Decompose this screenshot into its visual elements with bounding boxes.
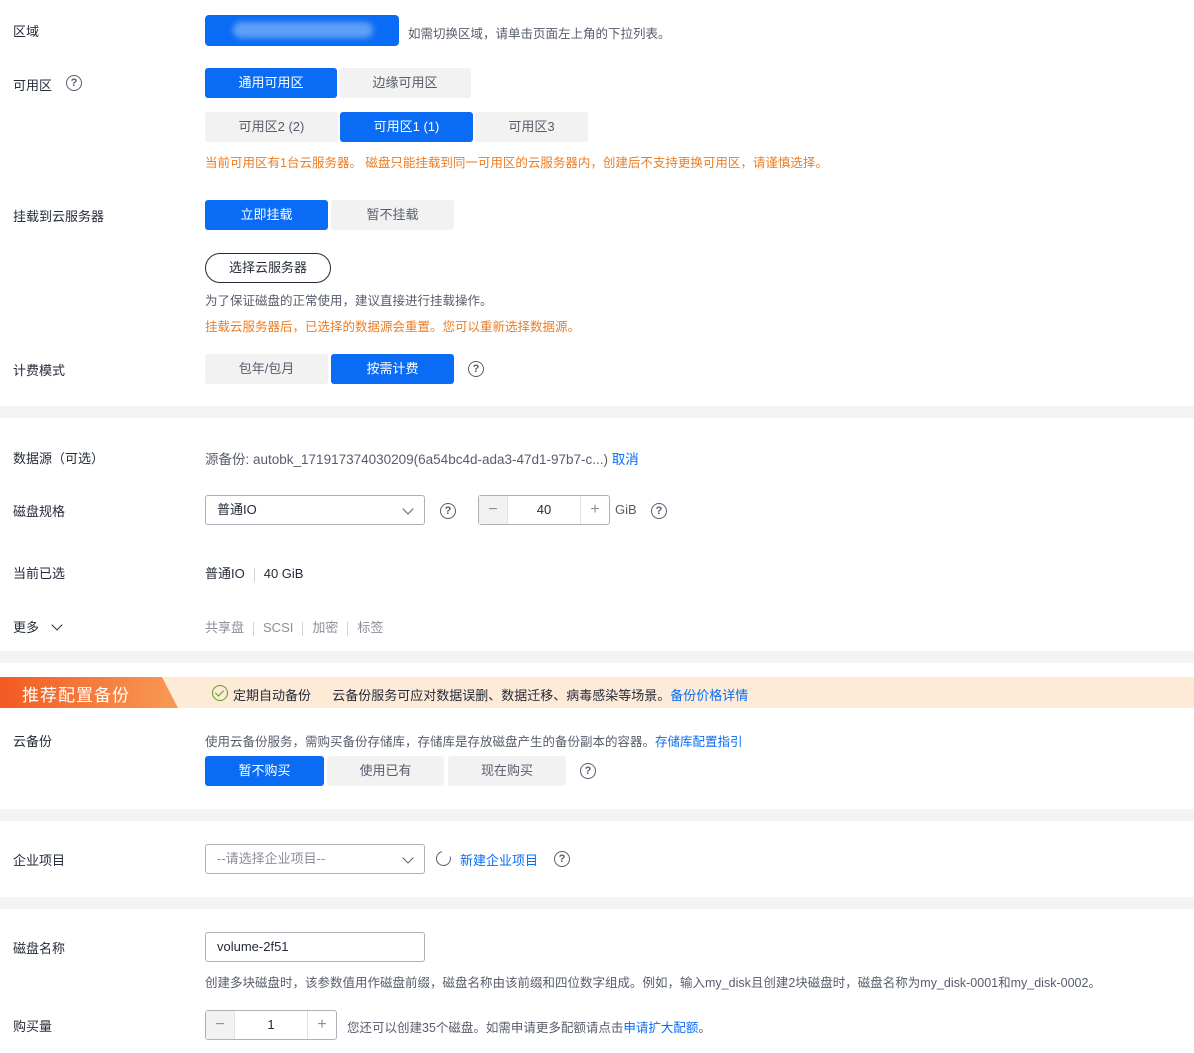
more-toggle[interactable]: 更多 — [13, 617, 63, 636]
az-zone3-button[interactable]: 可用区3 — [475, 112, 588, 142]
disk-name-input[interactable]: volume-2f51 — [205, 932, 425, 962]
enterprise-help-icon[interactable]: ? — [554, 851, 570, 867]
quantity-hint-row: 您还可以创建35个磁盘。如需申请更多配额请点击申请扩大配额。 — [347, 1017, 711, 1036]
attach-label: 挂载到云服务器 — [13, 209, 105, 224]
tag-encryption[interactable]: 加密 — [312, 620, 338, 635]
section-divider — [0, 406, 1194, 418]
backup-no-buy-button[interactable]: 暂不购买 — [205, 756, 324, 786]
more-label: 更多 — [13, 620, 40, 635]
region-hint: 如需切换区域，请单击页面左上角的下拉列表。 — [408, 27, 671, 41]
az-zone2-button[interactable]: 可用区2 (2) — [205, 112, 338, 142]
refresh-icon[interactable] — [433, 848, 454, 869]
az-zone1-button[interactable]: 可用区1 (1) — [340, 112, 473, 142]
region-selector[interactable] — [205, 15, 399, 46]
backup-desc: 使用云备份服务，需购买备份存储库，存储库是存放磁盘产生的备份副本的容器。 — [205, 735, 656, 749]
disk-size-plus-button[interactable]: + — [580, 496, 609, 524]
chevron-down-icon — [402, 852, 414, 864]
disk-size-input[interactable]: 40 — [509, 496, 579, 524]
tag-shared-disk[interactable]: 共享盘 — [205, 620, 244, 635]
az-help-icon[interactable]: ? — [66, 75, 82, 91]
enterprise-placeholder: --请选择企业项目-- — [217, 851, 326, 866]
billing-ondemand-button[interactable]: 按需计费 — [331, 354, 454, 384]
banner-text: 云备份服务可应对数据误删、数据迁移、病毒感染等场景。 — [332, 688, 671, 703]
quantity-hint-end: 。 — [698, 1021, 711, 1035]
datasource-cancel-link[interactable]: 取消 — [612, 452, 639, 467]
attach-now-button[interactable]: 立即挂载 — [205, 200, 328, 230]
disk-name-value: volume-2f51 — [217, 939, 289, 954]
billing-label: 计费模式 — [13, 363, 66, 378]
disk-name-hint: 创建多块磁盘时，该参数值用作磁盘前缀，磁盘名称由该前缀和四位数字组成。例如，输入… — [205, 976, 1101, 990]
banner-badge: 推荐配置备份 — [0, 677, 178, 708]
quantity-stepper[interactable]: − 1 + — [205, 1010, 337, 1040]
current-summary: 普通IO 40 GiB — [205, 563, 303, 582]
banner-check-label: 定期自动备份 — [233, 688, 312, 703]
banner-badge-text: 推荐配置备份 — [22, 686, 130, 705]
quantity-hint: 您还可以创建35个磁盘。如需申请更多配额请点击 — [347, 1021, 624, 1035]
disk-size-unit: GiB — [615, 502, 637, 517]
backup-use-existing-button[interactable]: 使用已有 — [327, 756, 444, 786]
billing-help-icon[interactable]: ? — [468, 361, 484, 377]
disk-type-help-icon[interactable]: ? — [440, 503, 456, 519]
region-blurred-value — [233, 22, 373, 38]
section-divider — [0, 897, 1194, 909]
az-label: 可用区 — [13, 78, 53, 93]
disk-spec-label: 磁盘规格 — [13, 504, 66, 519]
attach-later-button[interactable]: 暂不挂载 — [331, 200, 454, 230]
quantity-input[interactable]: 1 — [236, 1011, 306, 1039]
quantity-minus-button[interactable]: − — [206, 1011, 235, 1039]
datasource-value: 源备份: autobk_171917374030209(6a54bc4d-ada… — [205, 452, 609, 467]
current-size: 40 GiB — [263, 566, 304, 581]
backup-help-icon[interactable]: ? — [580, 763, 596, 779]
attach-hint: 为了保证磁盘的正常使用，建议直接进行挂载操作。 — [205, 294, 493, 308]
select-server-button[interactable]: 选择云服务器 — [205, 253, 331, 283]
backup-buy-now-button[interactable]: 现在购买 — [448, 756, 566, 786]
more-tags: 共享盘 SCSI 加密 标签 — [205, 617, 383, 636]
tag-labels[interactable]: 标签 — [357, 620, 383, 635]
quantity-plus-button[interactable]: + — [307, 1011, 336, 1039]
disk-size-help-icon[interactable]: ? — [651, 503, 667, 519]
disk-name-label: 磁盘名称 — [13, 941, 66, 956]
tag-scsi[interactable]: SCSI — [263, 620, 293, 635]
divider — [253, 621, 255, 636]
backup-guide-link[interactable]: 存储库配置指引 — [655, 735, 743, 749]
divider — [347, 621, 349, 636]
datasource-label: 数据源（可选） — [13, 451, 105, 466]
section-divider — [0, 651, 1194, 663]
quota-increase-link[interactable]: 申请扩大配额 — [623, 1021, 698, 1035]
disk-type-value: 普通IO — [217, 502, 257, 517]
backup-label: 云备份 — [13, 734, 53, 749]
select-server-label: 选择云服务器 — [228, 260, 307, 275]
region-label: 区域 — [13, 24, 40, 39]
billing-yearly-button[interactable]: 包年/包月 — [205, 354, 328, 384]
new-enterprise-link[interactable]: 新建企业项目 — [460, 850, 538, 869]
backup-desc-row: 使用云备份服务，需购买备份存储库，存储库是存放磁盘产生的备份副本的容器。存储库配… — [205, 731, 743, 750]
disk-size-minus-button[interactable]: − — [479, 496, 508, 524]
quantity-label: 购买量 — [13, 1019, 53, 1034]
banner-price-link[interactable]: 备份价格详情 — [670, 688, 748, 703]
disk-type-select[interactable]: 普通IO — [205, 495, 425, 525]
divider — [302, 621, 304, 636]
attach-warning: 挂载云服务器后，已选择的数据源会重置。您可以重新选择数据源。 — [205, 320, 581, 334]
current-label: 当前已选 — [13, 566, 66, 581]
enterprise-label: 企业项目 — [13, 853, 66, 868]
enterprise-select[interactable]: --请选择企业项目-- — [205, 844, 425, 874]
disk-size-stepper[interactable]: − 40 + — [478, 495, 610, 525]
chevron-down-icon — [402, 503, 414, 515]
chevron-down-icon — [50, 619, 63, 631]
section-divider — [0, 809, 1194, 821]
check-circle-icon — [212, 685, 228, 701]
az-type-general-button[interactable]: 通用可用区 — [205, 68, 337, 98]
az-warning: 当前可用区有1台云服务器。 磁盘只能挂载到同一可用区的云服务器内，创建后不支持更… — [205, 156, 828, 170]
datasource-value-row: 源备份: autobk_171917374030209(6a54bc4d-ada… — [205, 448, 639, 468]
current-type: 普通IO — [205, 566, 245, 581]
banner-content: 定期自动备份 云备份服务可应对数据误删、数据迁移、病毒感染等场景。备份价格详情 — [233, 685, 748, 704]
az-type-edge-button[interactable]: 边缘可用区 — [339, 68, 471, 98]
divider — [253, 567, 255, 582]
